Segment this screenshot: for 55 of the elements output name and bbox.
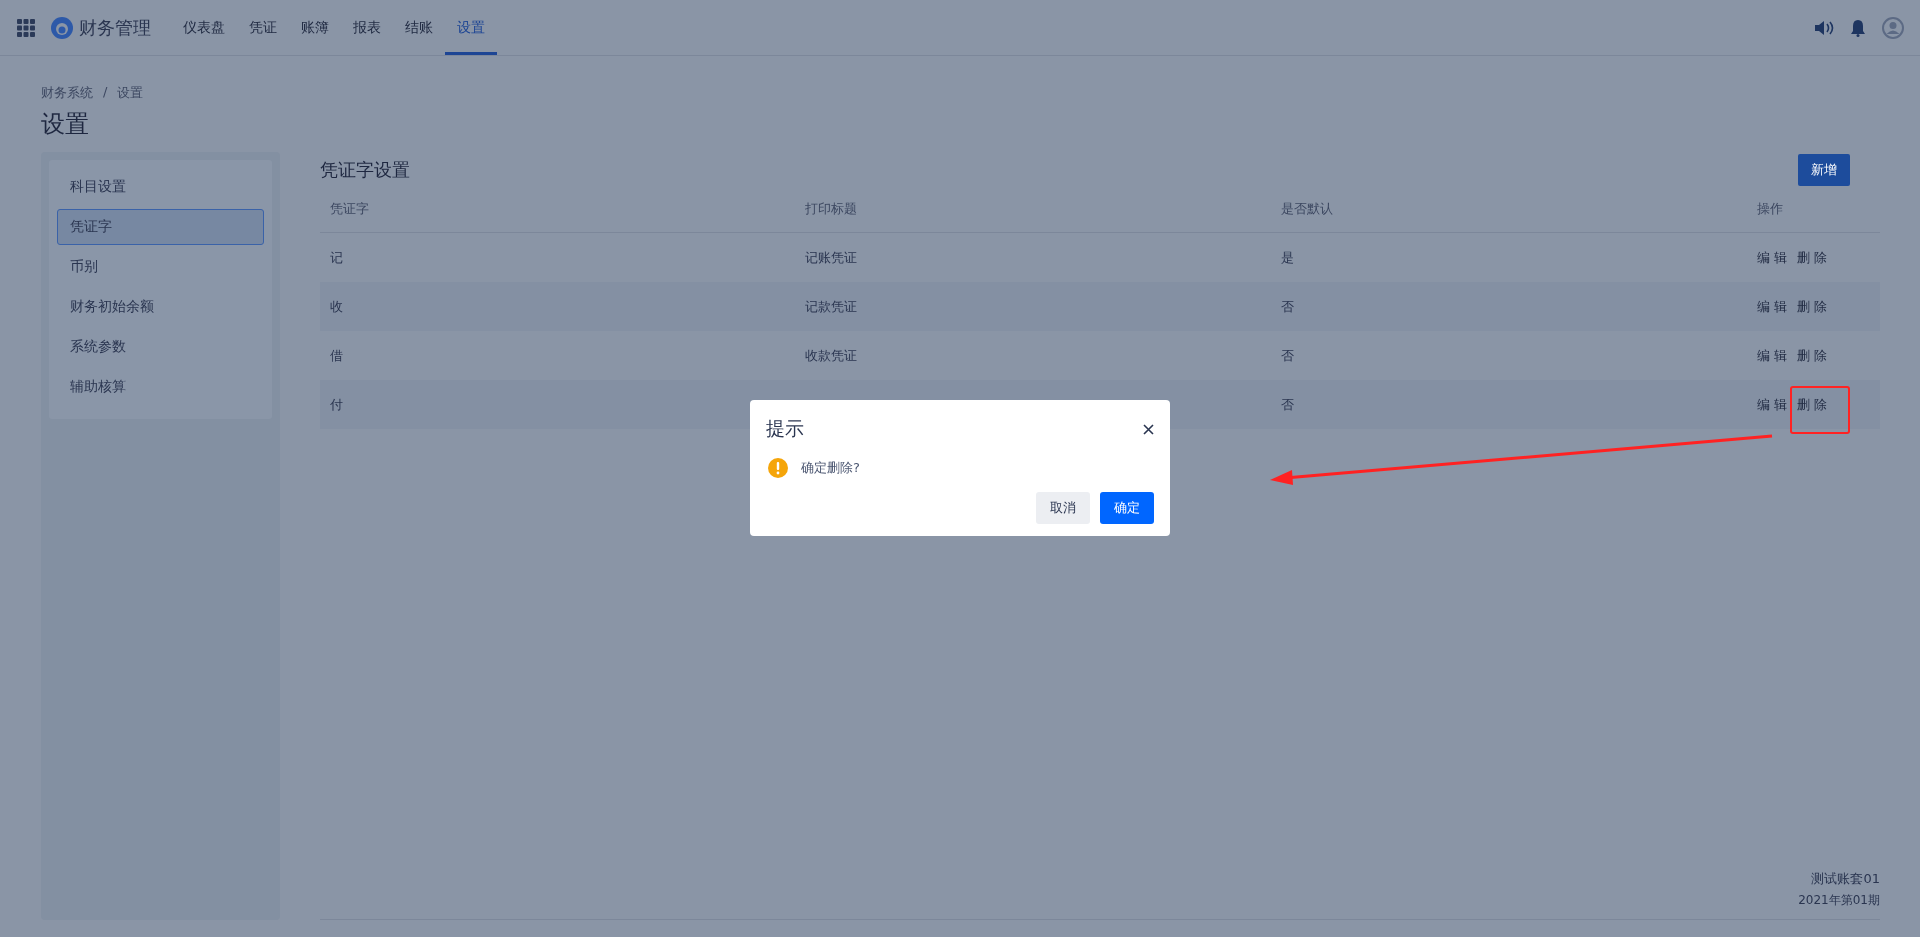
table-cell-text: 付 [330, 395, 344, 414]
account-name: 测试账套01 [1811, 870, 1880, 888]
delete-link[interactable]: 删 除 [1797, 395, 1828, 414]
nav-tab[interactable]: 设置 [445, 0, 497, 55]
sidebar-item[interactable]: 凭证字 [57, 209, 264, 245]
table-cell-text: 记 [330, 248, 344, 267]
nav-tab[interactable]: 仪表盘 [171, 0, 237, 55]
sidebar-item[interactable]: 系统参数 [57, 329, 264, 365]
edit-link[interactable]: 编 辑 [1757, 395, 1788, 414]
table-cell-text: 是 [1281, 248, 1295, 267]
nav-tab[interactable]: 凭证 [237, 0, 289, 55]
breadcrumb-separator: / [103, 84, 108, 101]
nav-tab[interactable]: 结账 [393, 0, 445, 55]
nav-tab[interactable]: 账簿 [289, 0, 341, 55]
column-header: 打印标题 [805, 200, 858, 218]
table-cell-text: 收 [330, 297, 344, 316]
sidebar-item[interactable]: 科目设置 [57, 169, 264, 205]
nav-tab[interactable]: 报表 [341, 0, 393, 55]
page-title: 设置 [41, 109, 90, 140]
column-header: 操作 [1757, 200, 1784, 218]
column-header: 是否默认 [1281, 200, 1334, 218]
table-cell-text: 借 [330, 346, 344, 365]
section-title: 凭证字设置 [320, 158, 410, 182]
edit-link[interactable]: 编 辑 [1757, 248, 1788, 267]
breadcrumb-link[interactable]: 财务系统 [41, 84, 93, 102]
sidebar-item[interactable]: 辅助核算 [57, 369, 264, 405]
bell-icon[interactable] [1850, 18, 1866, 37]
warning-icon [768, 458, 788, 478]
delete-link[interactable]: 删 除 [1797, 346, 1828, 365]
delete-link[interactable]: 删 除 [1797, 297, 1828, 316]
edit-link[interactable]: 编 辑 [1757, 297, 1788, 316]
cancel-button[interactable]: 取消 [1036, 492, 1090, 524]
breadcrumb-current: 设置 [117, 84, 144, 102]
accounting-period: 2021年第01期 [1798, 892, 1880, 909]
add-button[interactable]: 新增 [1798, 154, 1850, 186]
dialog-title: 提示 [766, 416, 804, 441]
confirm-button[interactable]: 确定 [1100, 492, 1154, 524]
highlight-box [1790, 386, 1850, 434]
close-icon[interactable] [1143, 423, 1154, 435]
delete-link[interactable]: 删 除 [1797, 248, 1828, 267]
table-cell: 记账凭证 [805, 249, 857, 265]
app-name: 财务管理 [79, 15, 151, 40]
logo-icon [50, 15, 74, 40]
dialog-message: 确定删除? [801, 459, 860, 477]
sidebar-item[interactable]: 币别 [57, 249, 264, 285]
sidebar-item[interactable]: 财务初始余额 [57, 289, 264, 325]
table-cell-text: 否 [1281, 297, 1295, 316]
column-header: 凭证字 [330, 200, 370, 218]
speaker-icon[interactable] [1814, 18, 1834, 37]
edit-link[interactable]: 编 辑 [1757, 346, 1788, 365]
table-cell-text: 否 [1281, 395, 1295, 414]
table-cell: 记款凭证 [805, 298, 857, 314]
table-cell: 收款凭证 [805, 347, 857, 363]
apps-grid-icon[interactable] [17, 18, 35, 37]
table-cell-text: 否 [1281, 346, 1295, 365]
